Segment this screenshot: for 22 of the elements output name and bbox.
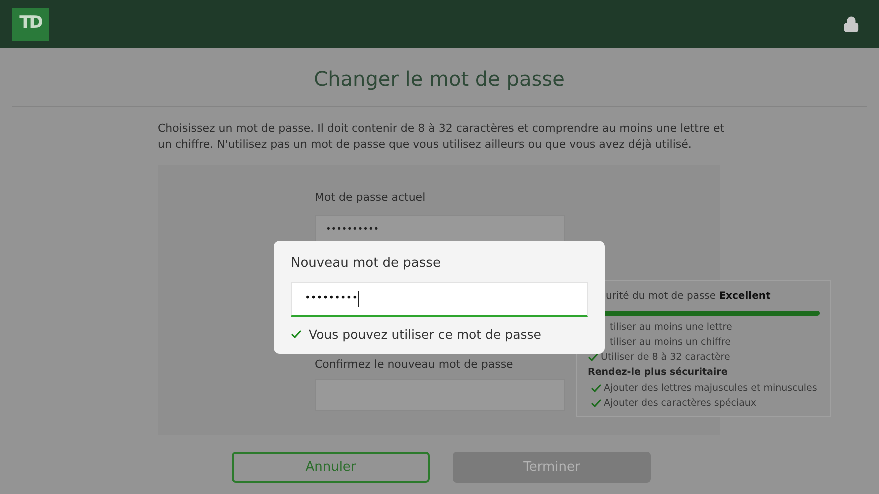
rule-text: Ajouter des lettres majuscules et minuscules (604, 382, 818, 396)
check-icon (291, 330, 302, 340)
logo[interactable]: TD (12, 8, 49, 40)
rule-text: Ajouter des caractères spéciaux (604, 397, 757, 410)
rule-text: Utiliser de 8 à 32 caractère (601, 351, 730, 364)
strength-heading: urité du mot de passe Excellent (605, 290, 772, 304)
field-label: Nouveau mot de passe (291, 255, 442, 273)
page-title: Changer le mot de passe (314, 66, 565, 93)
tips-heading: Rendez-le plus sécuritaire (588, 366, 728, 380)
field-label: Mot de passe actuel (315, 190, 426, 206)
new-password-field[interactable]: ••••••••• (291, 282, 588, 316)
password-value: ••••••••• (305, 292, 358, 306)
cancel-button[interactable]: Annuler (232, 452, 430, 483)
check-icon (591, 399, 602, 408)
validation-message: Vous pouvez utiliser ce mot de passe (309, 326, 542, 344)
rule-text: tiliser au moins une lettre (610, 321, 732, 334)
check-icon (588, 353, 599, 362)
rule-text: tiliser au moins un chiffre (610, 336, 731, 349)
instructions: Choisissez un mot de passe. Il doit contenir de 8 à 32 caractères et comprendre au moins une lettre et un chiffre. N'utilisez pas un mot de passe que vous utilisez ailleurs ou que vous avez déjà utilisé. (158, 121, 726, 153)
lock-icon (843, 16, 860, 32)
field-label: Confirmez le nouveau mot de passe (315, 356, 514, 372)
check-icon (591, 384, 602, 394)
